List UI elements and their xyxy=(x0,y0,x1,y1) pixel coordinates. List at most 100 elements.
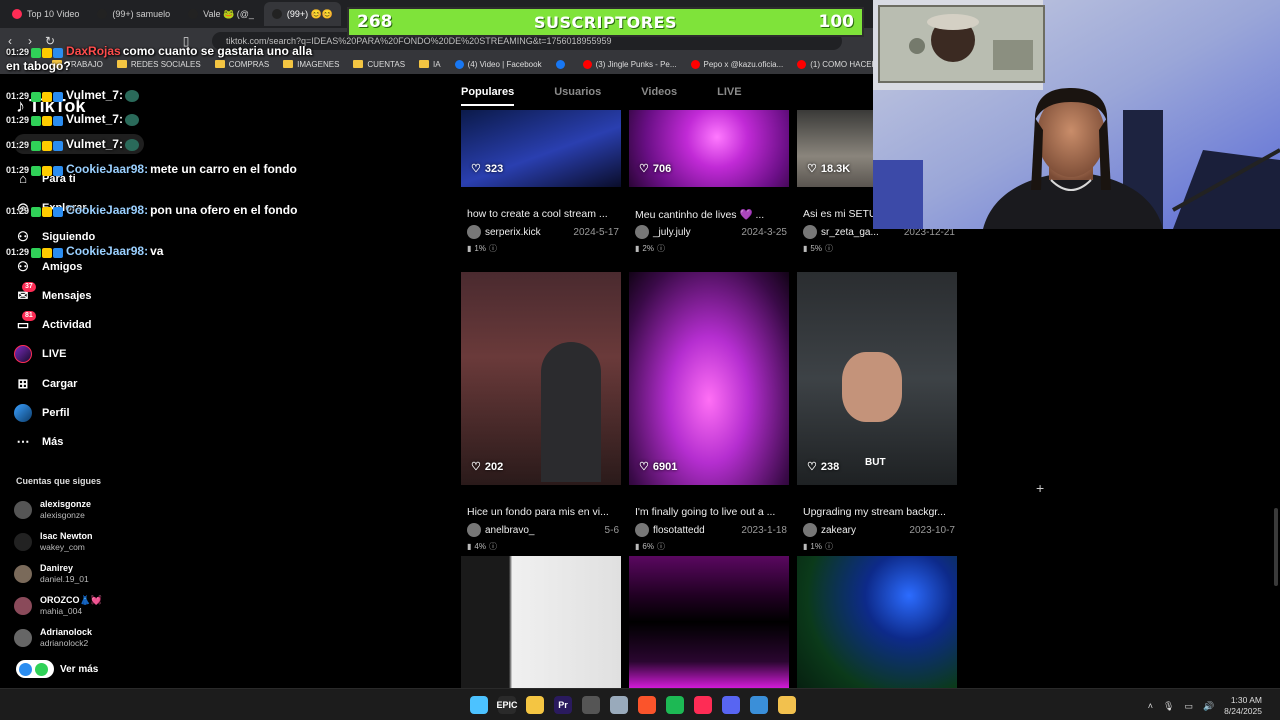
stat-value: 2% xyxy=(642,244,654,253)
brave-icon[interactable] xyxy=(638,696,656,714)
emote-icon xyxy=(124,113,139,126)
following-item[interactable]: alexisgonze alexisgonze xyxy=(14,494,204,526)
sidebar-item-label: Siguiendo xyxy=(42,231,96,244)
like-value: 706 xyxy=(652,162,672,175)
mic-icon[interactable]: 🎙 xyxy=(1163,701,1174,712)
like-value: 202 xyxy=(484,460,504,473)
video-author[interactable]: serperix.kick xyxy=(467,225,541,239)
video-thumbnail[interactable] xyxy=(461,556,621,688)
browser-tab[interactable]: Vale 🐸 (@_ xyxy=(180,2,262,26)
video-title[interactable]: I'm finally going to live out a ... xyxy=(635,506,787,518)
sidebar-item-perfil[interactable]: Perfil xyxy=(14,398,204,427)
heart-icon: ♡ xyxy=(639,461,649,473)
sidebar-item-actividad[interactable]: ▭ 81 Actividad xyxy=(14,310,204,339)
bookmark-item[interactable]: (4) Video | Facebook xyxy=(454,59,542,69)
chrome-icon[interactable] xyxy=(582,696,600,714)
video-thumbnail[interactable] xyxy=(629,556,789,688)
author-avatar xyxy=(635,523,649,537)
sidebar-item-label: Cargar xyxy=(42,377,78,390)
like-count: ♡ 6901 xyxy=(639,460,677,474)
video-title[interactable]: Hice un fondo para mis en vi... xyxy=(467,506,619,518)
video-title[interactable]: Meu cantinho de lives 💜 ... xyxy=(635,208,787,221)
following-item[interactable]: Adrianolock adrianolock2 xyxy=(14,622,204,654)
tab-usuarios[interactable]: Usuarios xyxy=(554,86,601,106)
bookmark-item[interactable]: (1) COMO HACER M... xyxy=(797,59,873,69)
video-thumbnail[interactable] xyxy=(629,110,789,187)
person-figure xyxy=(541,342,601,482)
live-icon xyxy=(14,345,32,364)
info-icon: ⓘ xyxy=(488,244,497,253)
clock[interactable]: 1:30 AM 8/24/2025 xyxy=(1224,695,1262,717)
tab-videos[interactable]: Videos xyxy=(641,86,677,106)
chat-message: 01:29 Vulmet_7: xyxy=(6,137,316,152)
chat-toggle-icon xyxy=(16,660,54,678)
bookmark-item[interactable] xyxy=(555,59,569,69)
video-thumbnail[interactable] xyxy=(461,110,621,187)
video-meta: _july.july 2024-3-25 xyxy=(635,225,787,239)
following-username: daniel.19_01 xyxy=(40,574,89,584)
video-title[interactable]: Upgrading my stream backgr... xyxy=(803,506,955,518)
notepad-icon[interactable] xyxy=(610,696,628,714)
badge-icon xyxy=(42,140,53,151)
spotify-icon[interactable] xyxy=(666,696,684,714)
network-icon[interactable]: ▭ xyxy=(1184,701,1193,712)
epic-games-icon[interactable]: EPIC xyxy=(497,696,518,714)
sidebar-item-mensajes[interactable]: ✉ 37 Mensajes xyxy=(14,281,204,310)
chat-time: 01:29 xyxy=(6,47,30,57)
see-more-button[interactable]: Ver más xyxy=(16,660,98,678)
following-item[interactable]: Isac Newton wakey_com xyxy=(14,526,204,558)
sidebar-item-más[interactable]: ⋯ Más xyxy=(14,428,204,457)
sidebar-item-cargar[interactable]: ⊞ Cargar xyxy=(14,369,204,398)
video-thumbnail[interactable] xyxy=(797,556,957,688)
premiere-icon[interactable]: Pr xyxy=(554,696,572,714)
video-thumbnail[interactable]: BUT xyxy=(797,272,957,485)
media-icon[interactable] xyxy=(778,696,796,714)
browser-tab[interactable]: (99+) samuelo xyxy=(89,2,178,26)
video-author[interactable]: anelbravo_ xyxy=(467,523,534,537)
badge-icon xyxy=(42,247,53,258)
chat-message: 01:29 DaxRojas como cuanto se gastaria uno… xyxy=(6,44,316,73)
following-item[interactable]: Danirey daniel.19_01 xyxy=(14,558,204,590)
chat-text: mete un carro en el fondo xyxy=(150,162,297,176)
following-list: alexisgonze alexisgonze Isac Newton wakey_c… xyxy=(14,494,204,654)
tab-populares[interactable]: Populares xyxy=(461,86,515,106)
video-thumbnail[interactable] xyxy=(629,272,789,485)
page-scrollbar[interactable] xyxy=(1274,508,1278,586)
sidebar-item-label: Amigos xyxy=(42,260,83,273)
volume-icon[interactable]: 🔊 xyxy=(1203,701,1214,712)
tiktok-app-icon[interactable] xyxy=(694,696,712,714)
video-date: 2024-3-25 xyxy=(741,226,787,238)
browser-tab[interactable]: Top 10 Video xyxy=(4,2,87,26)
bookmark-label: Pepo x @kazu.oficia... xyxy=(703,59,784,69)
video-title[interactable]: how to create a cool stream ... xyxy=(467,208,619,220)
video-date: 2024-5-17 xyxy=(573,226,619,238)
like-value: 18.3K xyxy=(820,162,851,175)
browser-tab[interactable]: (99+) 😊😊 xyxy=(263,2,342,26)
sidebar-item-live[interactable]: LIVE xyxy=(14,340,204,369)
chat-username: Vulmet_7: xyxy=(66,88,123,102)
badge-icon xyxy=(42,206,53,217)
screen: Top 10 Video (99+) samuelo Vale 🐸 (@_ (99+)… xyxy=(0,0,1280,720)
chevron-up-icon[interactable]: ˄ xyxy=(1148,701,1153,711)
video-author[interactable]: sr_zeta_ga... xyxy=(803,225,879,239)
video-date: 2023-1-18 xyxy=(741,524,787,536)
bookmark-item[interactable]: (3) Jingle Punks - Pe... xyxy=(582,59,677,69)
like-count: ♡ 238 xyxy=(807,460,839,474)
bookmark-item[interactable]: CUENTAS xyxy=(353,60,405,69)
bookmark-item[interactable]: IA xyxy=(419,60,441,69)
bar-chart-icon: ▮ xyxy=(803,244,808,253)
video-thumbnail[interactable] xyxy=(461,272,621,485)
video-author[interactable]: flosotattedd xyxy=(635,523,705,537)
chat-badges xyxy=(31,163,64,177)
following-item[interactable]: OROZCO👗💓 mahia_004 xyxy=(14,590,204,622)
video-author[interactable]: _july.july xyxy=(635,225,691,239)
windows-start-icon[interactable] xyxy=(470,696,488,714)
file-explorer-icon[interactable] xyxy=(526,696,544,714)
paint-icon[interactable] xyxy=(750,696,768,714)
tab-live[interactable]: LIVE xyxy=(717,86,741,106)
discord-icon[interactable] xyxy=(722,696,740,714)
bookmark-item[interactable]: Pepo x @kazu.oficia... xyxy=(690,59,784,69)
search-tabs: Populares Usuarios Videos LIVE xyxy=(461,86,782,106)
video-author[interactable]: zakeary xyxy=(803,523,856,537)
video-stat: ▮ 5% ⓘ xyxy=(803,243,833,254)
